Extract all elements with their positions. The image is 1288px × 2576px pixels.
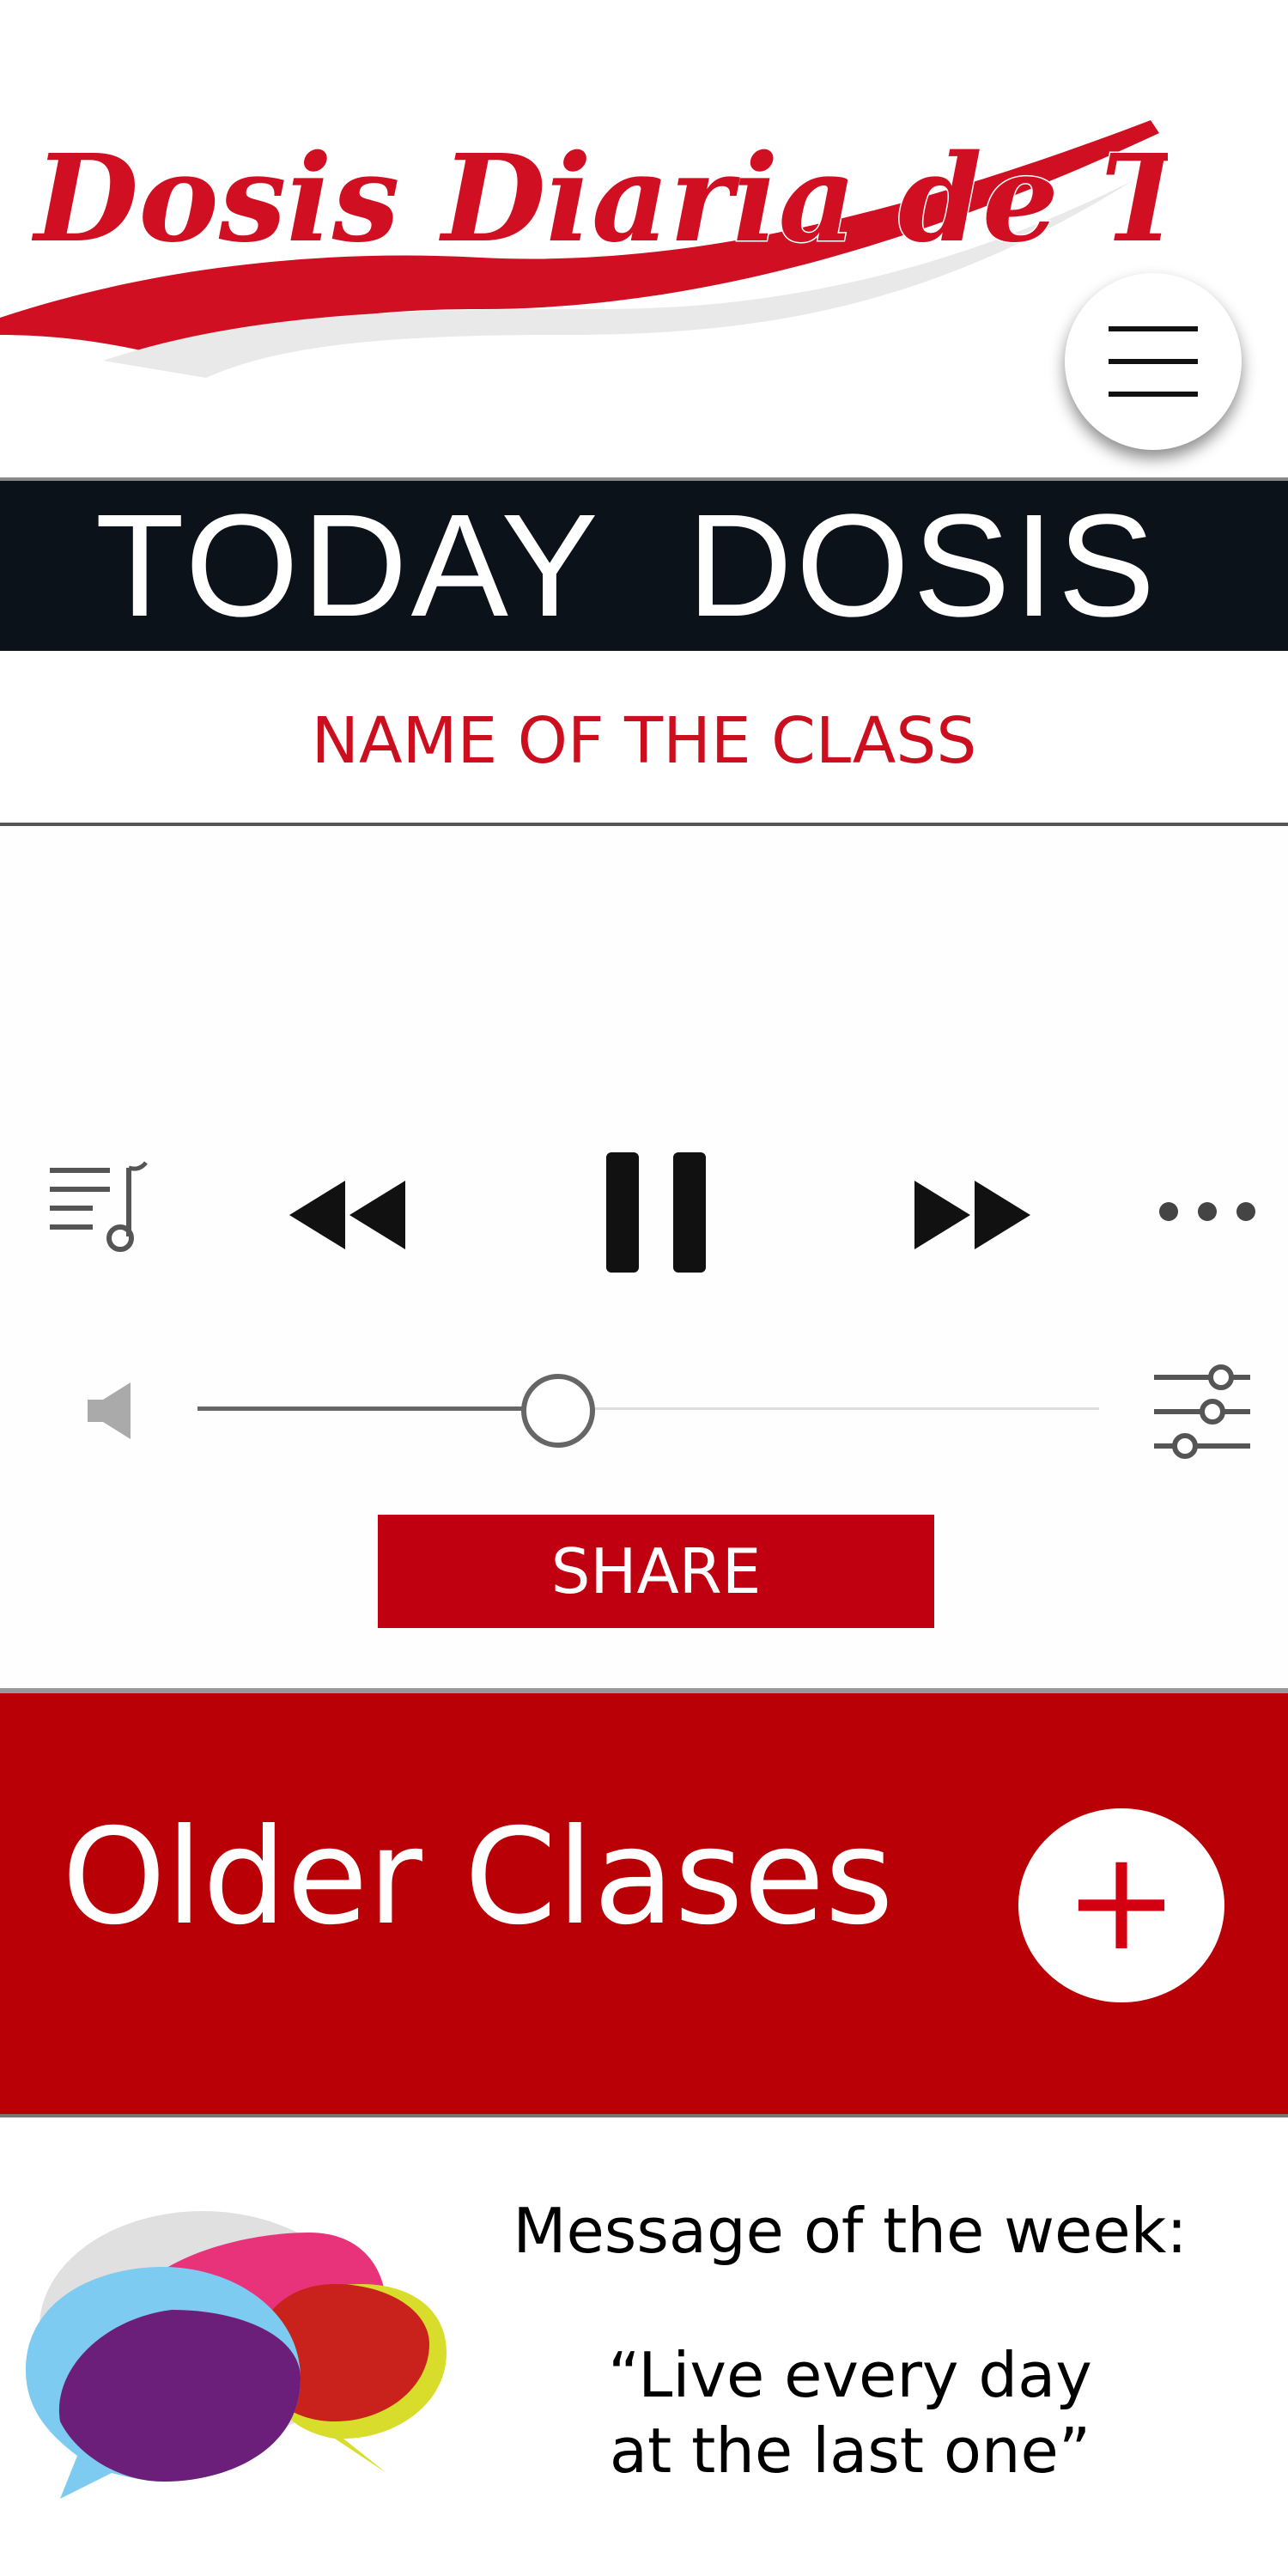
more-icon[interactable] [1156, 1199, 1259, 1224]
queue-icon[interactable] [50, 1159, 153, 1262]
header: Dosis Diaria de Torá [0, 0, 1288, 474]
equalizer-icon[interactable] [1151, 1360, 1254, 1463]
menu-button[interactable] [1065, 273, 1242, 450]
slider-track [558, 1407, 1099, 1410]
slider-thumb[interactable] [521, 1374, 595, 1448]
message-of-week-quote: “Live every day at the last one” [608, 2339, 1092, 2487]
plus-icon: + [1063, 1820, 1180, 1981]
class-name: NAME OF THE CLASS [311, 704, 977, 778]
pause-icon[interactable] [605, 1152, 708, 1273]
older-classes-plus-button[interactable]: + [1018, 1808, 1224, 2002]
share-button[interactable]: SHARE [378, 1515, 934, 1628]
older-classes-title: Older Clases [62, 1801, 894, 1954]
today-title: TODAY DOSIS [94, 484, 1159, 647]
hamburger-line [1109, 359, 1198, 364]
logo-text: Dosis Diaria de Torá [31, 129, 1168, 270]
message-of-week-label: Message of the week: [513, 2195, 1188, 2267]
slider-track-filled [197, 1406, 558, 1411]
divider [0, 2114, 1288, 2117]
logo: Dosis Diaria de Torá [0, 120, 1168, 378]
rewind-icon[interactable] [285, 1176, 414, 1254]
volume-slider[interactable] [197, 1374, 1099, 1448]
hamburger-line [1109, 392, 1198, 397]
fast-forward-icon[interactable] [910, 1176, 1039, 1254]
hamburger-menu-icon [1109, 326, 1198, 331]
chat-bubbles-icon [26, 2211, 447, 2499]
speaker-icon [88, 1382, 131, 1439]
today-banner: TODAY DOSIS [0, 477, 1288, 651]
